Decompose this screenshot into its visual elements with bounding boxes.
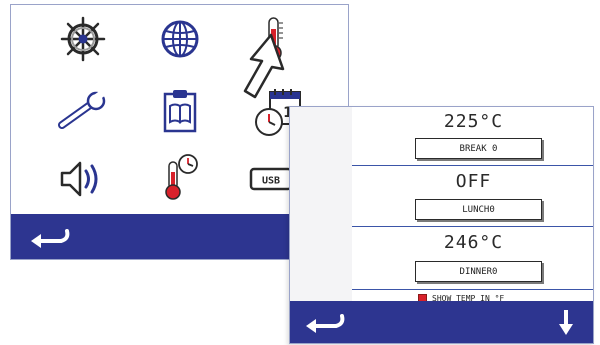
row-divider — [352, 289, 593, 290]
temperature-value[interactable]: 246°C — [352, 232, 593, 253]
back-arrow-icon — [31, 228, 70, 248]
temperature-settings-screen: 225°C BREAK 0 OFF LUNCH0 246°C DINNER0 S… — [289, 106, 594, 344]
speaker-icon[interactable] — [54, 153, 112, 205]
wrench-icon[interactable] — [54, 85, 112, 137]
temp-row: 225°C BREAK 0 — [352, 107, 593, 169]
slot-button-dinner[interactable]: DINNER0 — [415, 261, 542, 282]
ship-wheel-icon[interactable] — [54, 13, 112, 65]
temperature-value[interactable]: 225°C — [352, 111, 593, 132]
usb-label: USB — [262, 176, 280, 187]
slot-button-lunch[interactable]: LUNCH0 — [415, 199, 542, 220]
slot-button-break[interactable]: BREAK 0 — [415, 138, 542, 159]
down-arrow-icon — [559, 310, 573, 335]
temp-row: OFF LUNCH0 — [352, 166, 593, 228]
side-strip — [290, 107, 352, 303]
temp-row: 246°C DINNER0 — [352, 227, 593, 290]
scroll-down-button[interactable] — [551, 301, 581, 343]
back-button[interactable] — [25, 214, 75, 259]
temperature-value[interactable]: OFF — [352, 171, 593, 192]
thermometer-clock-icon[interactable] — [151, 151, 209, 203]
clipboard-book-icon[interactable] — [151, 85, 209, 137]
back-button[interactable] — [300, 301, 350, 343]
globe-icon[interactable] — [151, 13, 209, 65]
temp-bottom-bar — [290, 301, 593, 343]
back-arrow-icon — [306, 314, 345, 333]
